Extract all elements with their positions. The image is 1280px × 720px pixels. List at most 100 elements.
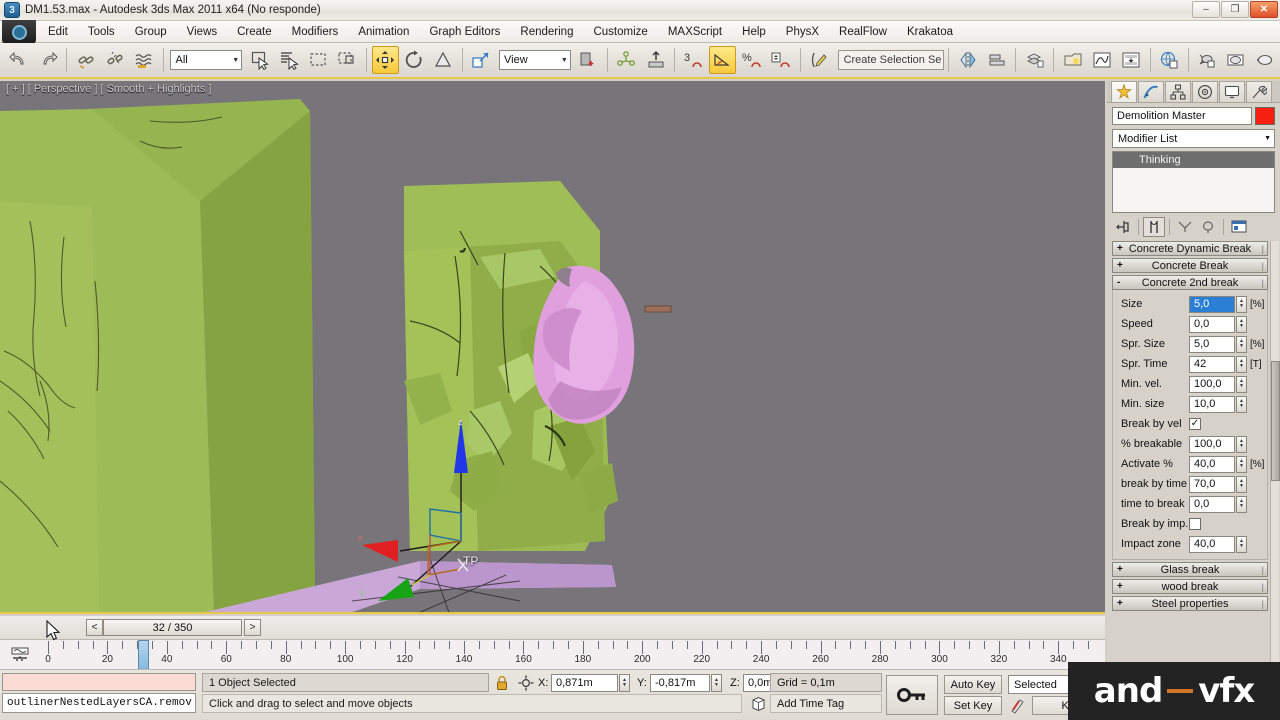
select-scale-icon[interactable] bbox=[430, 46, 457, 74]
rollout-toggle-icon[interactable]: + bbox=[1117, 260, 1123, 271]
hierarchy-tab[interactable] bbox=[1165, 81, 1191, 102]
menu-item-tools[interactable]: Tools bbox=[78, 24, 125, 40]
configure-modifier-sets-icon[interactable] bbox=[1228, 217, 1250, 237]
curve-editor-icon[interactable] bbox=[1088, 46, 1115, 74]
select-object-icon[interactable] bbox=[246, 46, 273, 74]
render-frame-window-icon[interactable] bbox=[1223, 46, 1250, 74]
utilities-tab[interactable] bbox=[1246, 81, 1272, 102]
time-cursor[interactable] bbox=[138, 640, 150, 669]
bind-spacewarp-icon[interactable] bbox=[130, 46, 157, 74]
use-pivot-center-icon[interactable] bbox=[575, 46, 602, 74]
render-production-icon[interactable] bbox=[1252, 46, 1279, 74]
object-name-input[interactable]: Demolition Master bbox=[1112, 107, 1252, 125]
perspective-viewport[interactable]: [ + ] [ Perspective ] [ Smooth + Highlig… bbox=[0, 81, 1105, 614]
param-spinner[interactable]: ▲ ▼ bbox=[1236, 375, 1247, 393]
object-color-swatch[interactable] bbox=[1255, 107, 1275, 125]
param-input[interactable]: 10,0 bbox=[1189, 395, 1235, 413]
param-spinner[interactable]: ▲ ▼ bbox=[1236, 295, 1247, 313]
param-input[interactable]: 70,0 bbox=[1189, 475, 1235, 493]
param-input[interactable]: 42 bbox=[1189, 355, 1235, 373]
menu-item-help[interactable]: Help bbox=[732, 24, 776, 40]
coord-y-spinner[interactable]: ▲ ▼ bbox=[711, 673, 722, 692]
material-editor-icon[interactable] bbox=[1156, 46, 1183, 74]
modifier-stack[interactable]: Thinking bbox=[1112, 151, 1275, 213]
menu-item-physx[interactable]: PhysX bbox=[776, 24, 829, 40]
time-tag-icon[interactable] bbox=[748, 694, 768, 714]
select-move-icon[interactable] bbox=[371, 46, 399, 74]
param-spinner[interactable]: ▲ ▼ bbox=[1236, 535, 1247, 553]
coord-y-input[interactable]: -0,817m bbox=[650, 673, 710, 692]
rollout-toggle-icon[interactable]: + bbox=[1117, 243, 1123, 254]
time-slider-thumb[interactable]: 32 / 350 bbox=[103, 619, 242, 636]
rollout-header[interactable]: + Concrete Break | bbox=[1112, 258, 1268, 273]
coord-y[interactable]: Y: -0,817m ▲ ▼ bbox=[637, 673, 722, 692]
coord-x[interactable]: X: 0,871m ▲ ▼ bbox=[538, 673, 630, 692]
menu-item-graph-editors[interactable]: Graph Editors bbox=[419, 24, 510, 40]
align-icon[interactable] bbox=[642, 46, 669, 74]
set-key-pencil-icon[interactable] bbox=[1008, 695, 1028, 715]
menu-item-animation[interactable]: Animation bbox=[348, 24, 419, 40]
rollout-toggle-icon[interactable]: + bbox=[1117, 581, 1123, 592]
menu-item-modifiers[interactable]: Modifiers bbox=[282, 24, 349, 40]
param-input[interactable]: 40,0 bbox=[1189, 535, 1235, 553]
schematic-view-icon[interactable] bbox=[1118, 46, 1145, 74]
mirror-icon[interactable] bbox=[954, 46, 981, 74]
spinner-snap-icon[interactable] bbox=[767, 46, 794, 74]
absolute-relative-transform-icon[interactable] bbox=[516, 673, 536, 693]
named-selection-set-input[interactable]: Create Selection Se bbox=[837, 50, 945, 70]
param-spinner[interactable]: ▲ ▼ bbox=[1236, 315, 1247, 333]
rollout-header[interactable]: + Concrete Dynamic Break | bbox=[1112, 241, 1268, 256]
set-key-button[interactable]: Set Key bbox=[944, 696, 1002, 715]
param-spinner[interactable]: ▲ ▼ bbox=[1236, 435, 1247, 453]
rollout-header[interactable]: + wood break | bbox=[1112, 579, 1268, 594]
modifier-list-combo[interactable]: Modifier List ▼ bbox=[1112, 129, 1275, 148]
select-rotate-icon[interactable] bbox=[401, 46, 428, 74]
graphite-modeling-icon[interactable] bbox=[1059, 46, 1086, 74]
reference-coordinate-combo[interactable]: View ▼ bbox=[499, 50, 571, 70]
render-setup-icon[interactable] bbox=[1194, 46, 1221, 74]
motion-tab[interactable] bbox=[1192, 81, 1218, 102]
menu-item-customize[interactable]: Customize bbox=[583, 24, 657, 40]
command-panel-scrollbar[interactable] bbox=[1270, 241, 1280, 670]
param-checkbox[interactable]: ✓ bbox=[1189, 418, 1201, 430]
param-input[interactable]: 100,0 bbox=[1189, 435, 1235, 453]
pin-stack-icon[interactable] bbox=[1112, 217, 1134, 237]
menu-item-krakatoa[interactable]: Krakatoa bbox=[897, 24, 963, 40]
maxscript-mini-listener[interactable] bbox=[2, 673, 196, 691]
param-spinner[interactable]: ▲ ▼ bbox=[1236, 335, 1247, 353]
redo-icon[interactable] bbox=[34, 46, 61, 74]
select-by-name-icon[interactable] bbox=[275, 46, 302, 74]
modify-tab[interactable] bbox=[1138, 81, 1164, 102]
angle-snap-icon[interactable] bbox=[709, 46, 737, 74]
maxscript-entry-field[interactable]: outlinerNestedLayersCA.remov bbox=[2, 693, 196, 713]
param-input[interactable]: 5,0 bbox=[1189, 295, 1235, 313]
minimize-button[interactable]: – bbox=[1192, 1, 1220, 18]
next-frame-button[interactable]: > bbox=[244, 619, 261, 636]
display-tab[interactable] bbox=[1219, 81, 1245, 102]
rollout-header[interactable]: + Glass break | bbox=[1112, 562, 1268, 577]
param-checkbox[interactable] bbox=[1189, 518, 1201, 530]
percent-snap-icon[interactable]: % bbox=[738, 46, 765, 74]
rollout-toggle-icon[interactable]: - bbox=[1117, 277, 1120, 288]
named-selection-sets-icon[interactable] bbox=[805, 46, 832, 74]
menu-item-group[interactable]: Group bbox=[125, 24, 177, 40]
show-end-result-icon[interactable] bbox=[1143, 217, 1165, 237]
key-mode-toggle-icon[interactable] bbox=[886, 675, 938, 715]
create-tab[interactable] bbox=[1111, 81, 1137, 102]
maximize-button[interactable]: ❐ bbox=[1221, 1, 1249, 18]
param-input[interactable]: 40,0 bbox=[1189, 455, 1235, 473]
param-spinner[interactable]: ▲ ▼ bbox=[1236, 395, 1247, 413]
param-input[interactable]: 100,0 bbox=[1189, 375, 1235, 393]
menu-item-edit[interactable]: Edit bbox=[38, 24, 78, 40]
undo-icon[interactable] bbox=[5, 46, 32, 74]
auto-key-button[interactable]: Auto Key bbox=[944, 675, 1002, 694]
param-input[interactable]: 0,0 bbox=[1189, 495, 1235, 513]
make-unique-icon[interactable] bbox=[1174, 217, 1196, 237]
snap-toggle-icon[interactable]: 3 bbox=[680, 46, 707, 74]
param-input[interactable]: 5,0 bbox=[1189, 335, 1235, 353]
modifier-stack-item-thinking[interactable]: Thinking bbox=[1113, 152, 1274, 168]
param-spinner[interactable]: ▲ ▼ bbox=[1236, 455, 1247, 473]
prev-frame-button[interactable]: < bbox=[86, 619, 103, 636]
param-spinner[interactable]: ▲ ▼ bbox=[1236, 355, 1247, 373]
menu-item-maxscript[interactable]: MAXScript bbox=[658, 24, 732, 40]
